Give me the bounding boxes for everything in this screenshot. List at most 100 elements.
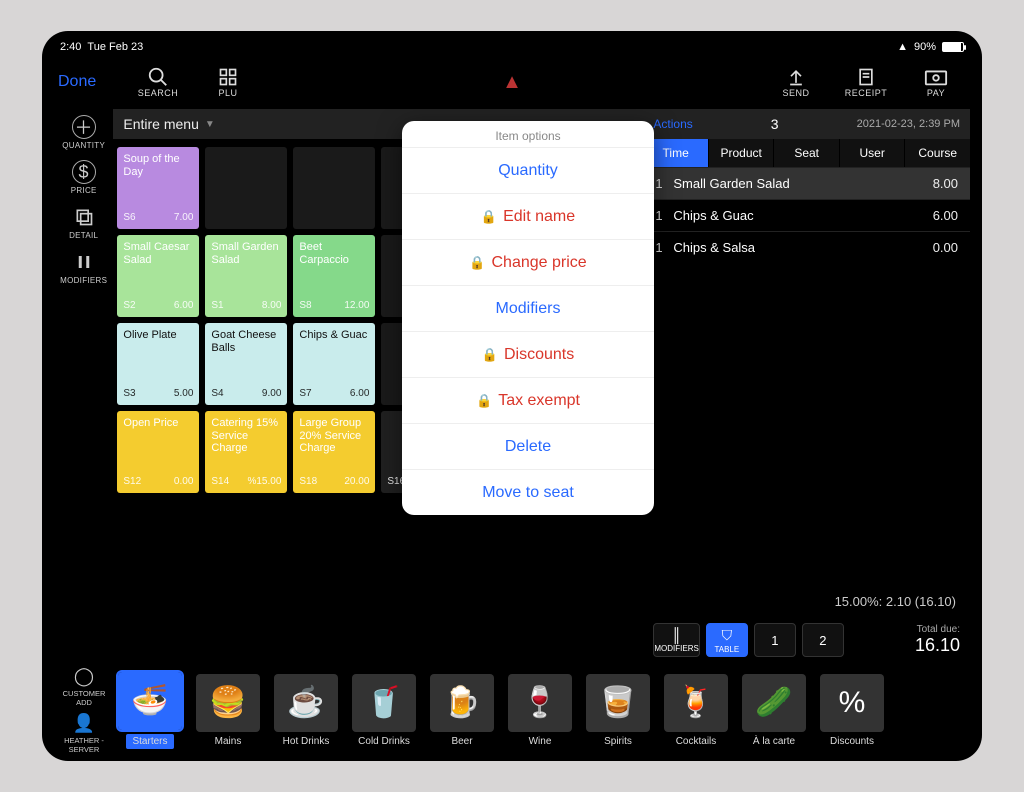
pay-button[interactable]: PAY [906, 66, 966, 98]
tile-code: S8 [299, 300, 311, 311]
tile-name: Catering 15% Service Charge [211, 417, 281, 476]
category[interactable]: 🍺Beer [426, 674, 498, 747]
line-name: Chips & Guac [673, 208, 932, 223]
line-qty: 1 [655, 240, 673, 255]
category-label: Beer [451, 736, 472, 747]
send-label: SEND [783, 88, 810, 98]
tile-price: 6.00 [350, 388, 369, 399]
tile-code: S2 [123, 300, 135, 311]
category-label: Discounts [830, 736, 874, 747]
menu-tile[interactable]: Chips & GuacS7 6.00 [293, 323, 375, 405]
menu-tile[interactable]: Olive PlateS35.00 [117, 323, 199, 405]
receipt-button[interactable]: RECEIPT [836, 66, 896, 98]
menu-tile[interactable]: Large Group 20% Service ChargeS1820.00 [293, 411, 375, 493]
done-button[interactable]: Done [58, 73, 118, 91]
current-user[interactable]: 👤 HEATHER - SERVER [54, 713, 114, 754]
tile-code: S6 [123, 212, 135, 223]
tile-price: 20.00 [344, 476, 369, 487]
battery-icon [942, 42, 964, 52]
actions-button[interactable]: Actions [653, 117, 692, 131]
tile-price: 0.00 [174, 476, 193, 487]
customer-add-button[interactable]: ◯ CUSTOMER ADD [54, 666, 114, 707]
plu-label: PLU [218, 88, 237, 98]
order-line[interactable]: 1Chips & Salsa0.00 [643, 231, 970, 263]
category-strip[interactable]: 🍜Starters🍔Mains☕ Hot Drinks 🥤Cold Drinks🍺B… [114, 663, 970, 757]
category-thumb: 🍹 [664, 674, 728, 732]
current-user-label: HEATHER - SERVER [54, 736, 114, 754]
modifiers-btn-label: MODIFIERS [654, 644, 698, 653]
tile-name: Large Group 20% Service Charge [299, 417, 369, 476]
menu-tile[interactable]: Goat Cheese BallsS49.00 [205, 323, 287, 405]
category[interactable]: 🍷Wine [504, 674, 576, 747]
line-name: Chips & Salsa [673, 240, 932, 255]
search-button[interactable]: SEARCH [128, 66, 188, 98]
lock-icon: 🔒 [476, 393, 492, 409]
category-label: Wine [529, 736, 552, 747]
menu-tile[interactable]: Catering 15% Service ChargeS14%15.00 [205, 411, 287, 493]
tile-code: S7 [299, 388, 311, 399]
breadcrumb-label: Entire menu [123, 116, 198, 132]
menu-tile[interactable]: Open PriceS12 0.00 [117, 411, 199, 493]
category-thumb: 🥒 [742, 674, 806, 732]
category[interactable]: 🍹Cocktails [660, 674, 732, 747]
menu-tile[interactable]: Small Garden SaladS18.00 [205, 235, 287, 317]
tile-name: Chips & Guac [299, 329, 369, 388]
popover-option[interactable]: 🔒Change price [402, 239, 654, 285]
lock-icon: 🔒 [469, 255, 485, 271]
line-price: 0.00 [933, 240, 958, 255]
plu-button[interactable]: PLU [198, 66, 258, 98]
menu-tile[interactable]: Beet CarpaccioS812.00 [293, 235, 375, 317]
tile-code: S12 [123, 476, 141, 487]
table-button[interactable]: ⛉ TABLE [706, 623, 748, 657]
category[interactable]: % Discounts [816, 674, 888, 747]
detail-label: DETAIL [69, 231, 98, 240]
order-lines: 1Small Garden Salad8.001Chips & Guac6.00… [643, 167, 970, 586]
tile-name: Soup of the Day [123, 153, 193, 212]
popover-option[interactable]: Quantity [402, 147, 654, 193]
detail-tool[interactable]: DETAIL [69, 205, 98, 240]
category-label: Spirits [604, 736, 632, 747]
pay-icon [924, 66, 948, 88]
category-thumb: ☕ [274, 674, 338, 732]
popover-option[interactable]: Modifiers [402, 285, 654, 331]
category-label: Hot Drinks [283, 736, 330, 747]
category[interactable]: 🥒À la carte [738, 674, 810, 747]
category[interactable]: 🍜Starters [114, 672, 186, 749]
menu-tile[interactable]: Soup of the DayS67.00 [117, 147, 199, 229]
category[interactable]: 🥤Cold Drinks [348, 674, 420, 747]
search-icon [147, 66, 169, 88]
order-tab[interactable]: Course [905, 139, 970, 167]
modifiers-button[interactable]: ║ MODIFIERS [653, 623, 699, 657]
status-time: 2:40 [60, 41, 81, 53]
quantity-tool[interactable]: ＋ QUANTITY [62, 115, 105, 150]
menu-tile[interactable]: Small Caesar SaladS26.00 [117, 235, 199, 317]
send-button[interactable]: SEND [766, 66, 826, 98]
top-toolbar: Done SEARCH PLU ▲ SEND RECEIPT [54, 55, 970, 109]
left-sidebar: ＋ QUANTITY $ PRICE DETAIL MODIFIERS [54, 109, 113, 663]
category[interactable]: 🍔Mains [192, 674, 264, 747]
order-tab[interactable]: Product [709, 139, 775, 167]
popover-option[interactable]: 🔒Discounts [402, 331, 654, 377]
tile-name: Open Price [123, 417, 193, 476]
order-tab[interactable]: User [840, 139, 906, 167]
seat-2-button[interactable]: 2 [802, 623, 844, 657]
order-tab[interactable]: Seat [774, 139, 840, 167]
order-line[interactable]: 1Chips & Guac6.00 [643, 199, 970, 231]
category[interactable]: 🥃Spirits [582, 674, 654, 747]
category-thumb: % [820, 674, 884, 732]
send-icon [786, 66, 806, 88]
price-tool[interactable]: $ PRICE [71, 160, 97, 195]
popover-option-label: Tax exempt [498, 392, 580, 410]
popover-option[interactable]: Delete [402, 423, 654, 469]
battery-percent: 90% [914, 41, 936, 53]
category[interactable]: ☕ Hot Drinks [270, 674, 342, 747]
popover-option[interactable]: 🔒 Tax exempt [402, 377, 654, 423]
seat-1-button[interactable]: 1 [754, 623, 796, 657]
tile-code: S4 [211, 388, 223, 399]
status-bar: 2:40 Tue Feb 23 ▲ 90% [54, 39, 970, 55]
order-line[interactable]: 1Small Garden Salad8.00 [643, 167, 970, 199]
popover-option[interactable]: 🔒Edit name [402, 193, 654, 239]
tile-name: Small Garden Salad [211, 241, 281, 300]
modifiers-tool[interactable]: MODIFIERS [60, 250, 107, 285]
popover-option[interactable]: Move to seat [402, 469, 654, 515]
